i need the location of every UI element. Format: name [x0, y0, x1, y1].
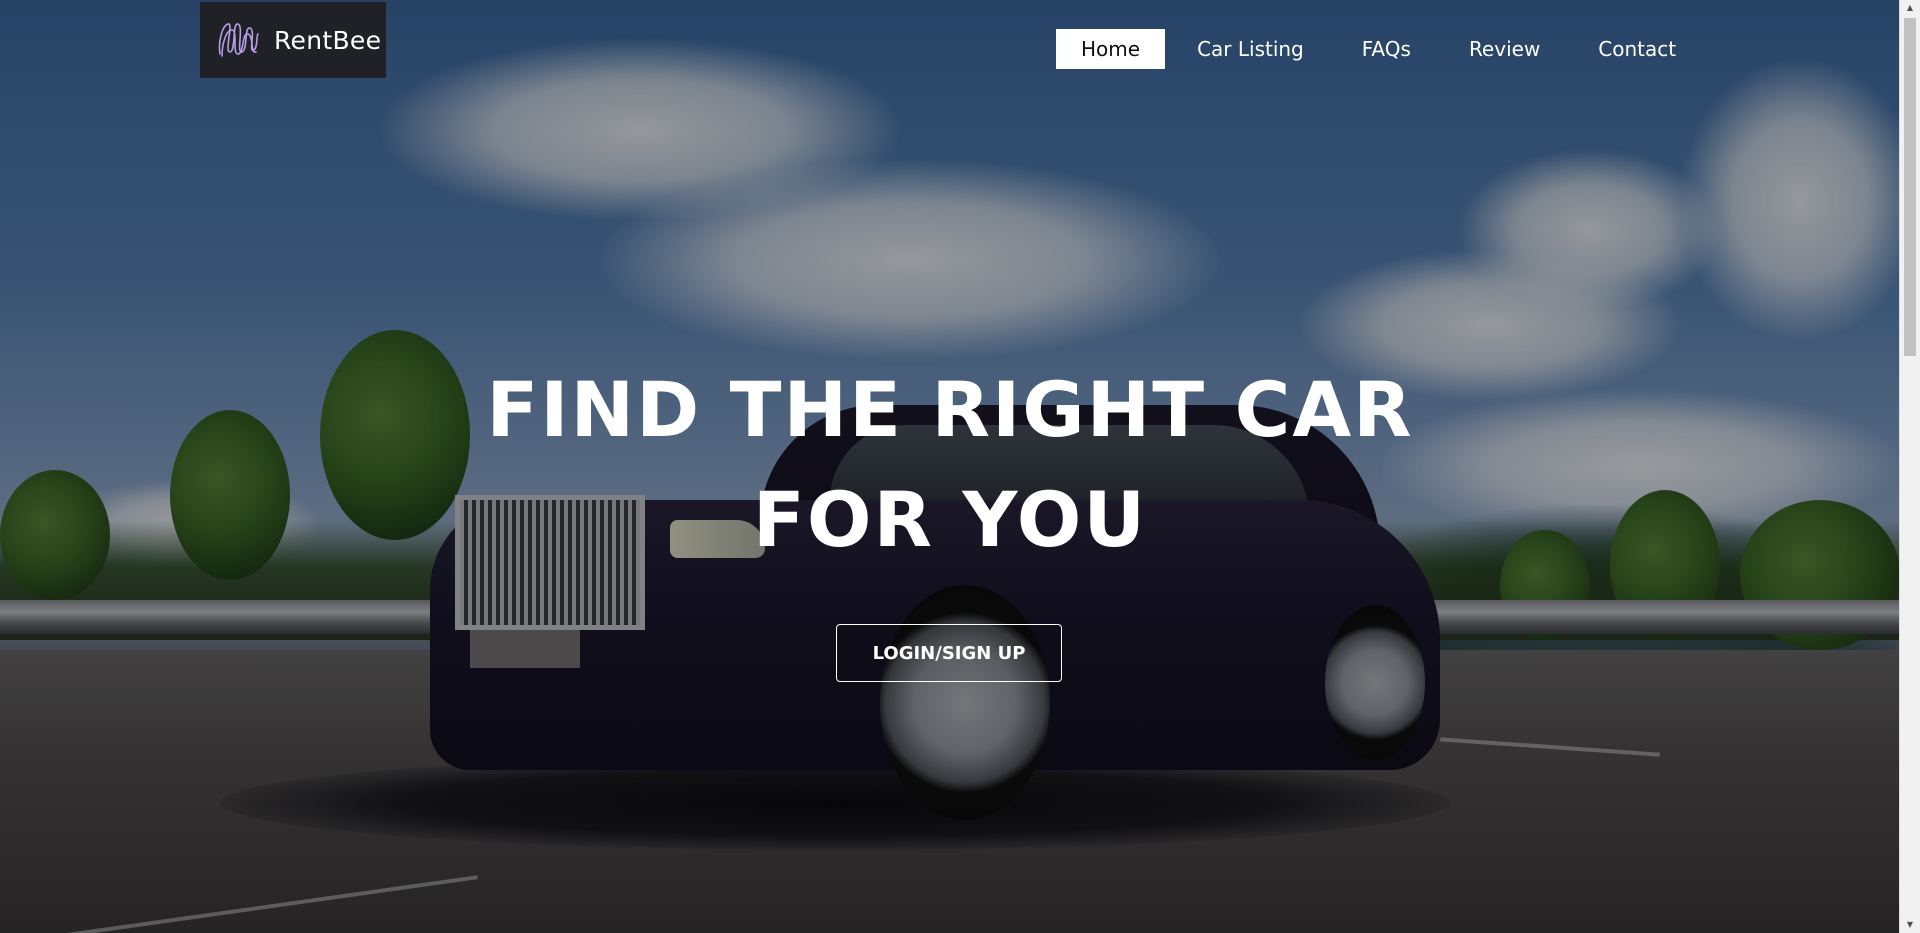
- nav-item-faqs[interactable]: FAQs: [1336, 29, 1437, 69]
- brand-name: RentBee: [274, 25, 382, 55]
- nav-item-car-listing[interactable]: Car Listing: [1171, 29, 1330, 69]
- hero-headline: FIND THE RIGHT CAR FOR YOU: [0, 355, 1900, 575]
- hero-headline-line2: FOR YOU: [752, 475, 1148, 564]
- arrow-up-icon[interactable]: ▲: [1900, 0, 1920, 16]
- login-signup-button[interactable]: LOGIN/SIGN UP: [836, 624, 1062, 682]
- scribble-logo-icon: [214, 14, 262, 66]
- nav-item-review[interactable]: Review: [1443, 29, 1566, 69]
- nav-item-contact[interactable]: Contact: [1572, 29, 1702, 69]
- arrow-down-icon[interactable]: ▼: [1900, 917, 1920, 933]
- brand-logo[interactable]: RentBee: [200, 2, 386, 78]
- main-nav: Home Car Listing FAQs Review Contact: [1056, 29, 1708, 69]
- hero-headline-line1: FIND THE RIGHT CAR: [486, 365, 1414, 454]
- page: RentBee Home Car Listing FAQs Review Con…: [0, 0, 1920, 933]
- scrollbar-thumb[interactable]: [1904, 18, 1916, 356]
- nav-item-home[interactable]: Home: [1056, 29, 1166, 69]
- page-scrollbar[interactable]: ▲ ▼: [1899, 0, 1920, 933]
